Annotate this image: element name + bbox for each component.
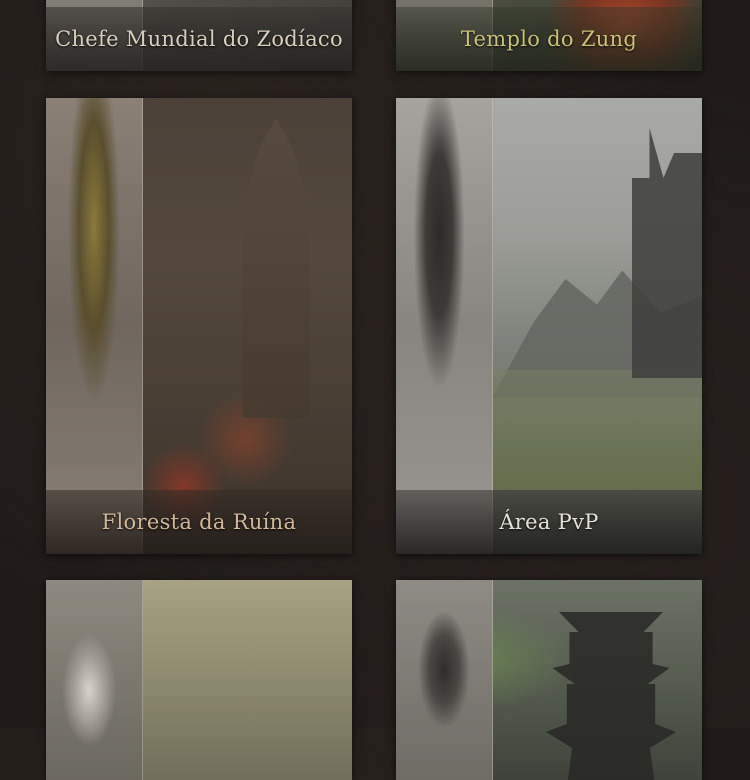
card-portrait [396,580,493,780]
card-caption: Templo do Zung [396,7,702,71]
card-bottom-right[interactable] [396,580,702,780]
card-caption: Chefe Mundial do Zodíaco [46,7,352,71]
card-caption: Floresta da Ruína [46,490,352,554]
card-title: Floresta da Ruína [101,510,297,534]
card-chefe-mundial[interactable]: Chefe Mundial do Zodíaco [46,0,352,71]
card-title: Chefe Mundial do Zodíaco [55,27,343,51]
card-caption: Área PvP [396,490,702,554]
card-bottom-left[interactable] [46,580,352,780]
grass-field [492,370,702,490]
card-area-pvp[interactable]: Área PvP [396,98,702,554]
card-floresta-da-ruina[interactable]: Floresta da Ruína [46,98,352,554]
card-portrait [46,98,143,554]
card-title: Templo do Zung [460,27,638,51]
mode-card-grid: Chefe Mundial do Zodíaco Templo do Zung … [0,0,750,780]
card-portrait [46,580,143,780]
card-portrait [396,98,493,554]
card-templo-do-zung[interactable]: Templo do Zung [396,0,702,71]
card-title: Área PvP [499,510,599,534]
